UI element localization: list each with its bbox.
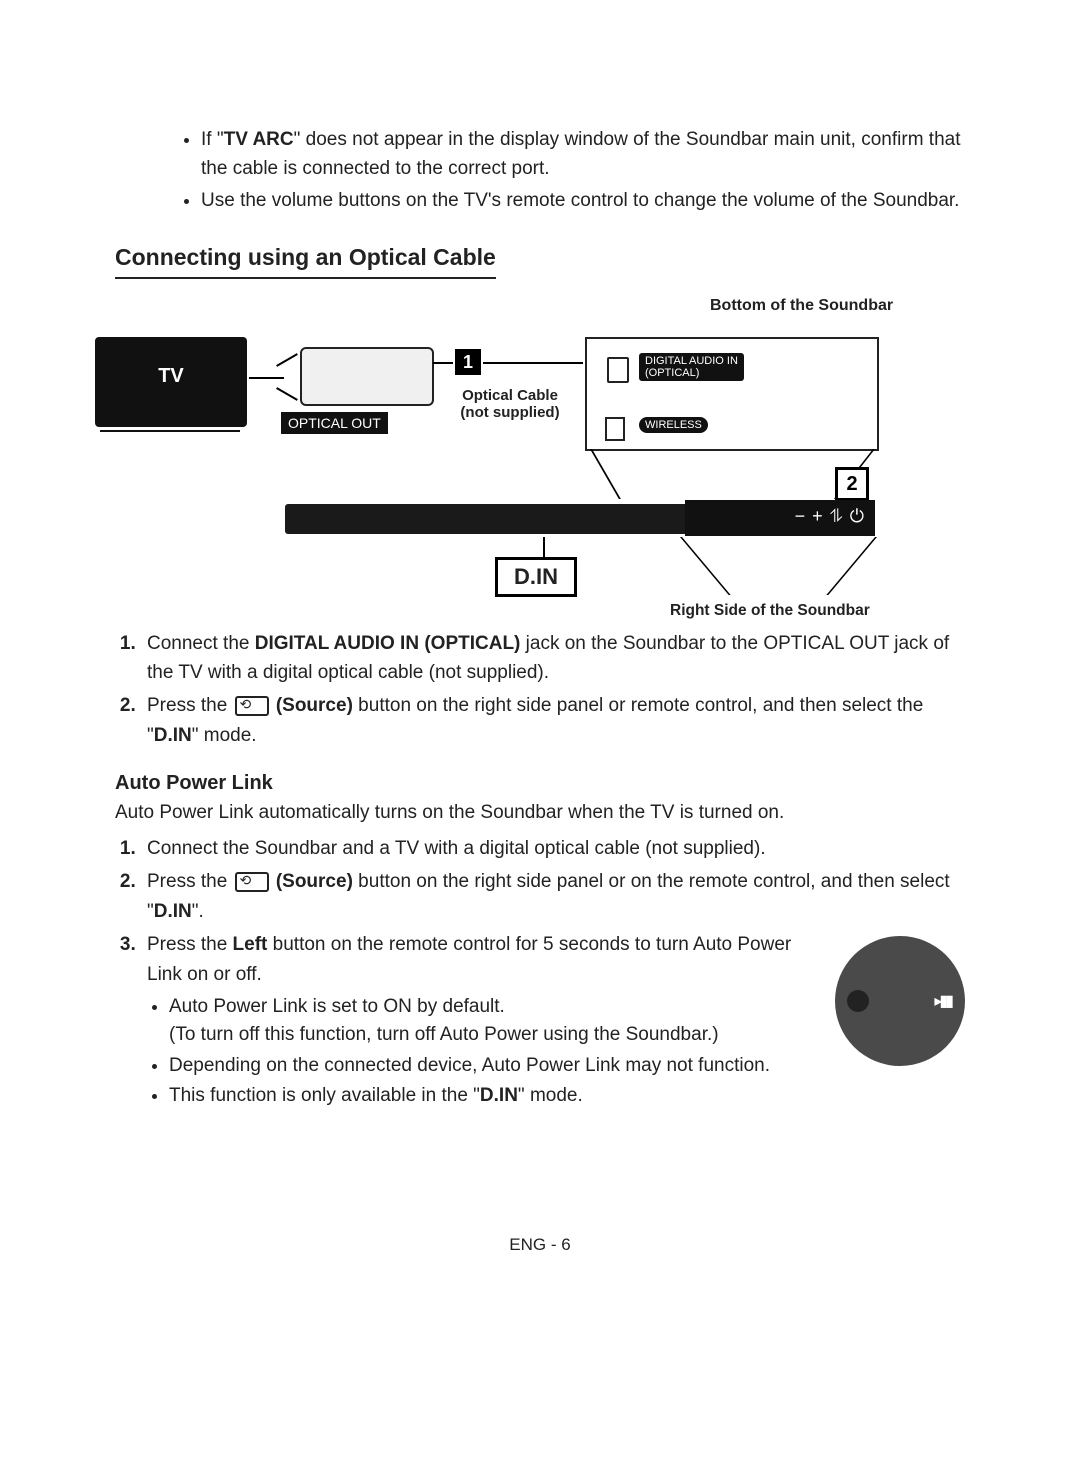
note-item: Depending on the connected device, Auto … (169, 1052, 965, 1081)
note-item: This function is only available in the "… (169, 1082, 965, 1111)
tv-label: TV (95, 365, 247, 388)
text: Optical Cable (462, 387, 558, 404)
text: " does not appear in the display window … (201, 129, 961, 179)
bold-text: Left (233, 934, 268, 955)
text: Press the (147, 695, 233, 716)
bold-text: D.IN (480, 1085, 518, 1106)
bold-text: D.IN (154, 725, 192, 746)
diagram-label-bottom-soundbar: Bottom of the Soundbar (710, 297, 893, 315)
page-footer: ENG - 6 (115, 1235, 965, 1255)
source-icon (235, 696, 269, 716)
connection-steps: Connect the DIGITAL AUDIO IN (OPTICAL) j… (115, 629, 965, 751)
din-label-box: D.IN (495, 557, 577, 597)
marker-2: 2 (835, 467, 869, 501)
tv-stand (100, 430, 240, 438)
remote-dpad-illustration (835, 936, 965, 1066)
step-1: Connect the DIGITAL AUDIO IN (OPTICAL) j… (141, 629, 965, 688)
callout-line (543, 537, 545, 559)
auto-power-steps: Connect the Soundbar and a TV with a dig… (115, 834, 965, 1115)
apl-step-1: Connect the Soundbar and a TV with a dig… (141, 834, 965, 863)
text: If " (201, 129, 224, 150)
step-2: Press the (Source) button on the right s… (141, 691, 965, 750)
text: Press the (147, 934, 233, 955)
soundbar-port-panel: DIGITAL AUDIO IN (OPTICAL) WIRELESS (585, 337, 879, 451)
callout-line (826, 537, 877, 595)
text: Auto Power Link is set to ON by default. (169, 996, 505, 1017)
bold-text: TV ARC (224, 129, 294, 150)
text: Connect the (147, 633, 255, 654)
text: This function is only available in the " (169, 1085, 480, 1106)
apl-step-3: Press the Left button on the remote cont… (141, 930, 965, 1115)
wireless-label: WIRELESS (639, 417, 708, 433)
text: Depending on the connected device, Auto … (169, 1055, 770, 1076)
connector-line (433, 362, 453, 364)
connector-line (276, 387, 298, 401)
optical-out-jack-box (300, 347, 434, 406)
connector-line (483, 362, 583, 364)
text: Press the (147, 871, 233, 892)
bold-text: DIGITAL AUDIO IN (OPTICAL) (255, 633, 521, 654)
callout-line (680, 537, 731, 595)
text: Use the volume buttons on the TV's remot… (201, 190, 959, 211)
optical-cable-label: Optical Cable (not supplied) (435, 387, 585, 421)
soundbar-side-panel: − + ⥮ ⏻ (685, 500, 875, 536)
diagram-label-right-side: Right Side of the Soundbar (670, 602, 870, 620)
optical-jack-icon (607, 357, 629, 383)
bold-text: D.IN (154, 901, 192, 922)
source-icon (235, 872, 269, 892)
bullet-item: If "TV ARC" does not appear in the displ… (201, 126, 965, 183)
connection-diagram: Bottom of the Soundbar TV OPTICAL OUT 1 … (115, 297, 965, 597)
text: (not supplied) (460, 404, 559, 421)
bold-text: (Source) (271, 695, 353, 716)
section-header-optical: Connecting using an Optical Cable (115, 244, 496, 279)
tv-illustration: TV (95, 337, 247, 427)
text: (OPTICAL) (645, 367, 699, 379)
callout-line (590, 449, 621, 499)
bullet-item: Use the volume buttons on the TV's remot… (201, 187, 965, 216)
digital-audio-in-label: DIGITAL AUDIO IN (OPTICAL) (639, 353, 744, 381)
apl-step-2: Press the (Source) button on the right s… (141, 867, 965, 926)
optical-out-label: OPTICAL OUT (280, 411, 389, 435)
connector-line (276, 353, 298, 367)
text: (To turn off this function, turn off Aut… (169, 1024, 719, 1045)
auto-power-link-header: Auto Power Link (115, 772, 965, 795)
text: " mode. (192, 725, 257, 746)
text: ". (192, 901, 204, 922)
remote-left-button-highlight (847, 990, 869, 1012)
text: Connect the Soundbar and a TV with a dig… (147, 838, 766, 859)
side-panel-icons: − + ⥮ ⏻ (795, 506, 865, 527)
marker-1: 1 (455, 349, 481, 375)
connector-line (249, 377, 284, 379)
text: DIGITAL AUDIO IN (645, 355, 738, 367)
top-bullet-list: If "TV ARC" does not appear in the displ… (161, 126, 965, 216)
auto-power-intro: Auto Power Link automatically turns on t… (115, 799, 965, 828)
text: " mode. (518, 1085, 583, 1106)
bold-text: (Source) (271, 871, 353, 892)
port-icon (605, 417, 625, 441)
